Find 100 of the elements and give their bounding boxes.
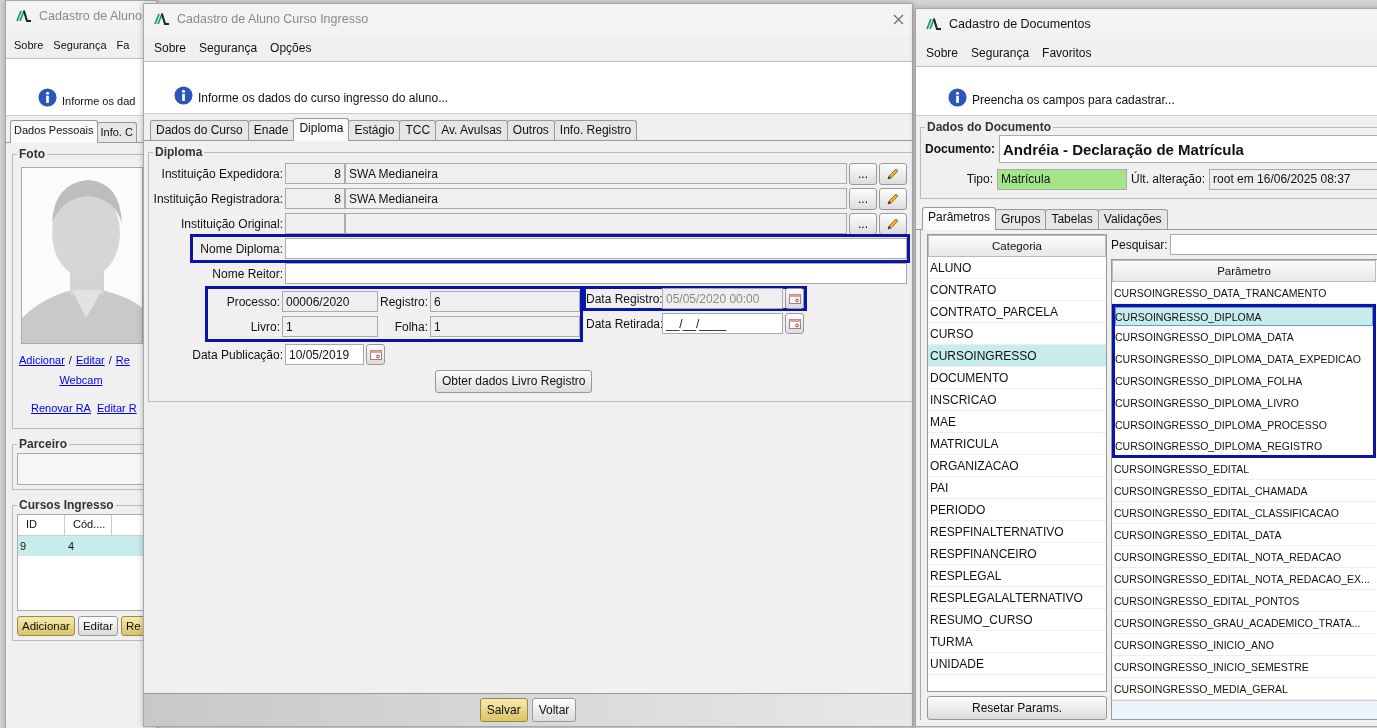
list-item[interactable]: ORGANIZACAO [928, 455, 1106, 477]
list-item[interactable]: INSCRICAO [928, 389, 1106, 411]
scrollbar[interactable] [1112, 700, 1377, 719]
action-button[interactable]: Salvar [479, 698, 528, 722]
name-field[interactable] [345, 213, 847, 234]
list-item[interactable]: CURSOINGRESSO [928, 345, 1106, 367]
list-item[interactable]: CURSOINGRESSO_DIPLOMA_REGISTRO [1112, 436, 1376, 458]
list-item[interactable]: ALUNO [928, 257, 1106, 279]
date-field[interactable]: 10/05/2019 [285, 344, 364, 365]
tab[interactable]: Diploma [293, 118, 350, 141]
code-field[interactable]: 8 [285, 163, 345, 184]
list-item[interactable]: CURSOINGRESSO_EDITAL_NOTA_REDACAO [1112, 546, 1376, 568]
list-item[interactable]: CURSOINGRESSO_DIPLOMA_DATA [1112, 326, 1376, 348]
list-item[interactable]: RESPFINALTERNATIVO [928, 521, 1106, 543]
link[interactable]: Webcam [59, 374, 103, 386]
menu-item[interactable]: Segurança [53, 38, 107, 51]
list-item[interactable]: PERIODO [928, 499, 1106, 521]
browse-button[interactable]: ... [849, 187, 877, 210]
action-button[interactable]: Obter dados Livro Registro [435, 369, 593, 393]
tab[interactable]: Dados do Curso [150, 120, 249, 140]
column-header[interactable]: Categoria [928, 235, 1106, 257]
reset-button[interactable]: Resetar Params. [927, 696, 1107, 720]
list-item[interactable]: CURSOINGRESSO_DIPLOMA_FOLHA [1112, 370, 1376, 392]
tab[interactable]: Validações [1097, 209, 1168, 229]
text-field[interactable] [285, 263, 907, 284]
text-field[interactable]: 1 [430, 316, 580, 337]
list-item[interactable]: TURMA [928, 631, 1106, 653]
menu-item[interactable]: Segurança [971, 45, 1030, 60]
close-icon[interactable] [893, 13, 904, 25]
menu-item[interactable]: Sobre [14, 38, 44, 51]
list-item[interactable]: CURSOINGRESSO_INICIO_SEMESTRE [1112, 656, 1376, 678]
list-item[interactable]: RESPLEGAL [928, 565, 1106, 587]
list-item[interactable]: UNIDADE [928, 653, 1106, 675]
tab[interactable]: Enade [247, 120, 295, 140]
type-field[interactable]: Matrícula [997, 168, 1127, 190]
browse-button[interactable]: ... [849, 162, 877, 185]
list-item[interactable]: CURSOINGRESSO_DIPLOMA_LIVRO [1112, 392, 1376, 414]
code-field[interactable] [285, 213, 345, 234]
list-item[interactable]: CURSOINGRESSO_EDITAL_NOTA_REDACAO_EX... [1112, 568, 1376, 590]
tab[interactable]: Info. Registro [553, 120, 638, 140]
action-button[interactable]: Voltar [531, 698, 577, 722]
partner-field[interactable] [17, 453, 145, 485]
list-item[interactable]: CURSOINGRESSO_EDITAL_PONTOS [1112, 590, 1376, 612]
tab[interactable]: Av. Avulsas [435, 120, 508, 140]
text-field[interactable]: 00006/2020 [282, 291, 378, 312]
list-item[interactable]: RESPLEGALALTERNATIVO [928, 587, 1106, 609]
list-item[interactable]: CURSOINGRESSO_DIPLOMA_PROCESSO [1112, 414, 1376, 436]
list-item[interactable]: CURSOINGRESSO_GRAU_ACADEMICO_TRATA... [1112, 612, 1376, 634]
list-item[interactable]: CURSOINGRESSO_EDITAL_CLASSIFICACAO [1112, 502, 1376, 524]
tab[interactable]: Outros [506, 120, 555, 140]
text-field[interactable]: 1 [282, 316, 378, 337]
text-field[interactable]: 6 [430, 291, 580, 312]
search-field[interactable] [1169, 234, 1377, 255]
tab[interactable]: Grupos [995, 209, 1047, 229]
list-item[interactable]: CURSOINGRESSO_EDITAL_DATA [1112, 524, 1376, 546]
browse-button[interactable]: ... [849, 212, 877, 235]
calendar-button[interactable] [366, 344, 385, 365]
tab[interactable]: Parâmetros [922, 207, 997, 230]
link[interactable]: Editar R [96, 402, 137, 414]
list-item[interactable]: CURSOINGRESSO_DIPLOMA [1112, 304, 1376, 326]
column-header[interactable]: Cód.... [65, 515, 112, 535]
link[interactable]: Adicionar [19, 354, 65, 366]
action-button[interactable]: Re [121, 616, 146, 636]
tab[interactable]: Info. C [96, 122, 137, 142]
list-item[interactable]: MAE [928, 411, 1106, 433]
date-field[interactable]: __/__/____ [662, 313, 783, 334]
list-item[interactable]: CURSOINGRESSO_EDITAL_CHAMADA [1112, 480, 1376, 502]
name-field[interactable]: SWA Medianeira [345, 188, 847, 209]
link[interactable]: Renovar RA [31, 402, 91, 414]
calendar-button[interactable] [785, 313, 804, 334]
text-field[interactable] [285, 238, 907, 259]
link[interactable]: Re [115, 354, 130, 366]
list-item[interactable]: CURSOINGRESSO_EDITAL [1112, 458, 1376, 480]
name-field[interactable]: SWA Medianeira [345, 163, 847, 184]
column-header[interactable]: Parâmetro [1112, 260, 1376, 282]
tab[interactable]: Tabelas [1045, 209, 1099, 229]
list-item[interactable]: PAI [928, 477, 1106, 499]
list-item[interactable]: CURSOINGRESSO_INICIO_ANO [1112, 634, 1376, 656]
list-item[interactable]: CURSOINGRESSO_DIPLOMA_DATA_EXPEDICAO [1112, 348, 1376, 370]
menu-item[interactable]: Segurança [199, 40, 258, 55]
tab[interactable]: Estágio [348, 120, 401, 140]
menu-item[interactable]: Fa [116, 38, 130, 51]
table-row[interactable]: 9 4 [18, 536, 145, 556]
menu-item[interactable]: Opções [270, 40, 312, 55]
link[interactable]: Editar [75, 354, 105, 366]
list-item[interactable]: MATRICULA [928, 433, 1106, 455]
edit-button[interactable] [879, 212, 907, 235]
tab[interactable]: TCC [399, 120, 437, 140]
list-item[interactable]: CONTRATO [928, 279, 1106, 301]
tab[interactable]: Dados Pessoais [10, 120, 98, 143]
list-item[interactable]: RESUMO_CURSO [928, 609, 1106, 631]
action-button[interactable]: Editar [77, 616, 118, 636]
menu-item[interactable]: Sobre [926, 45, 959, 60]
column-header[interactable]: ID [18, 515, 65, 535]
text-field[interactable]: root em 16/06/2025 08:37 [1209, 168, 1377, 190]
list-item[interactable]: CONTRATO_PARCELA [928, 301, 1106, 323]
code-field[interactable]: 8 [285, 188, 345, 209]
menu-item[interactable]: Sobre [154, 40, 187, 55]
list-item[interactable]: RESPFINANCEIRO [928, 543, 1106, 565]
action-button[interactable]: Adicionar [17, 616, 75, 636]
